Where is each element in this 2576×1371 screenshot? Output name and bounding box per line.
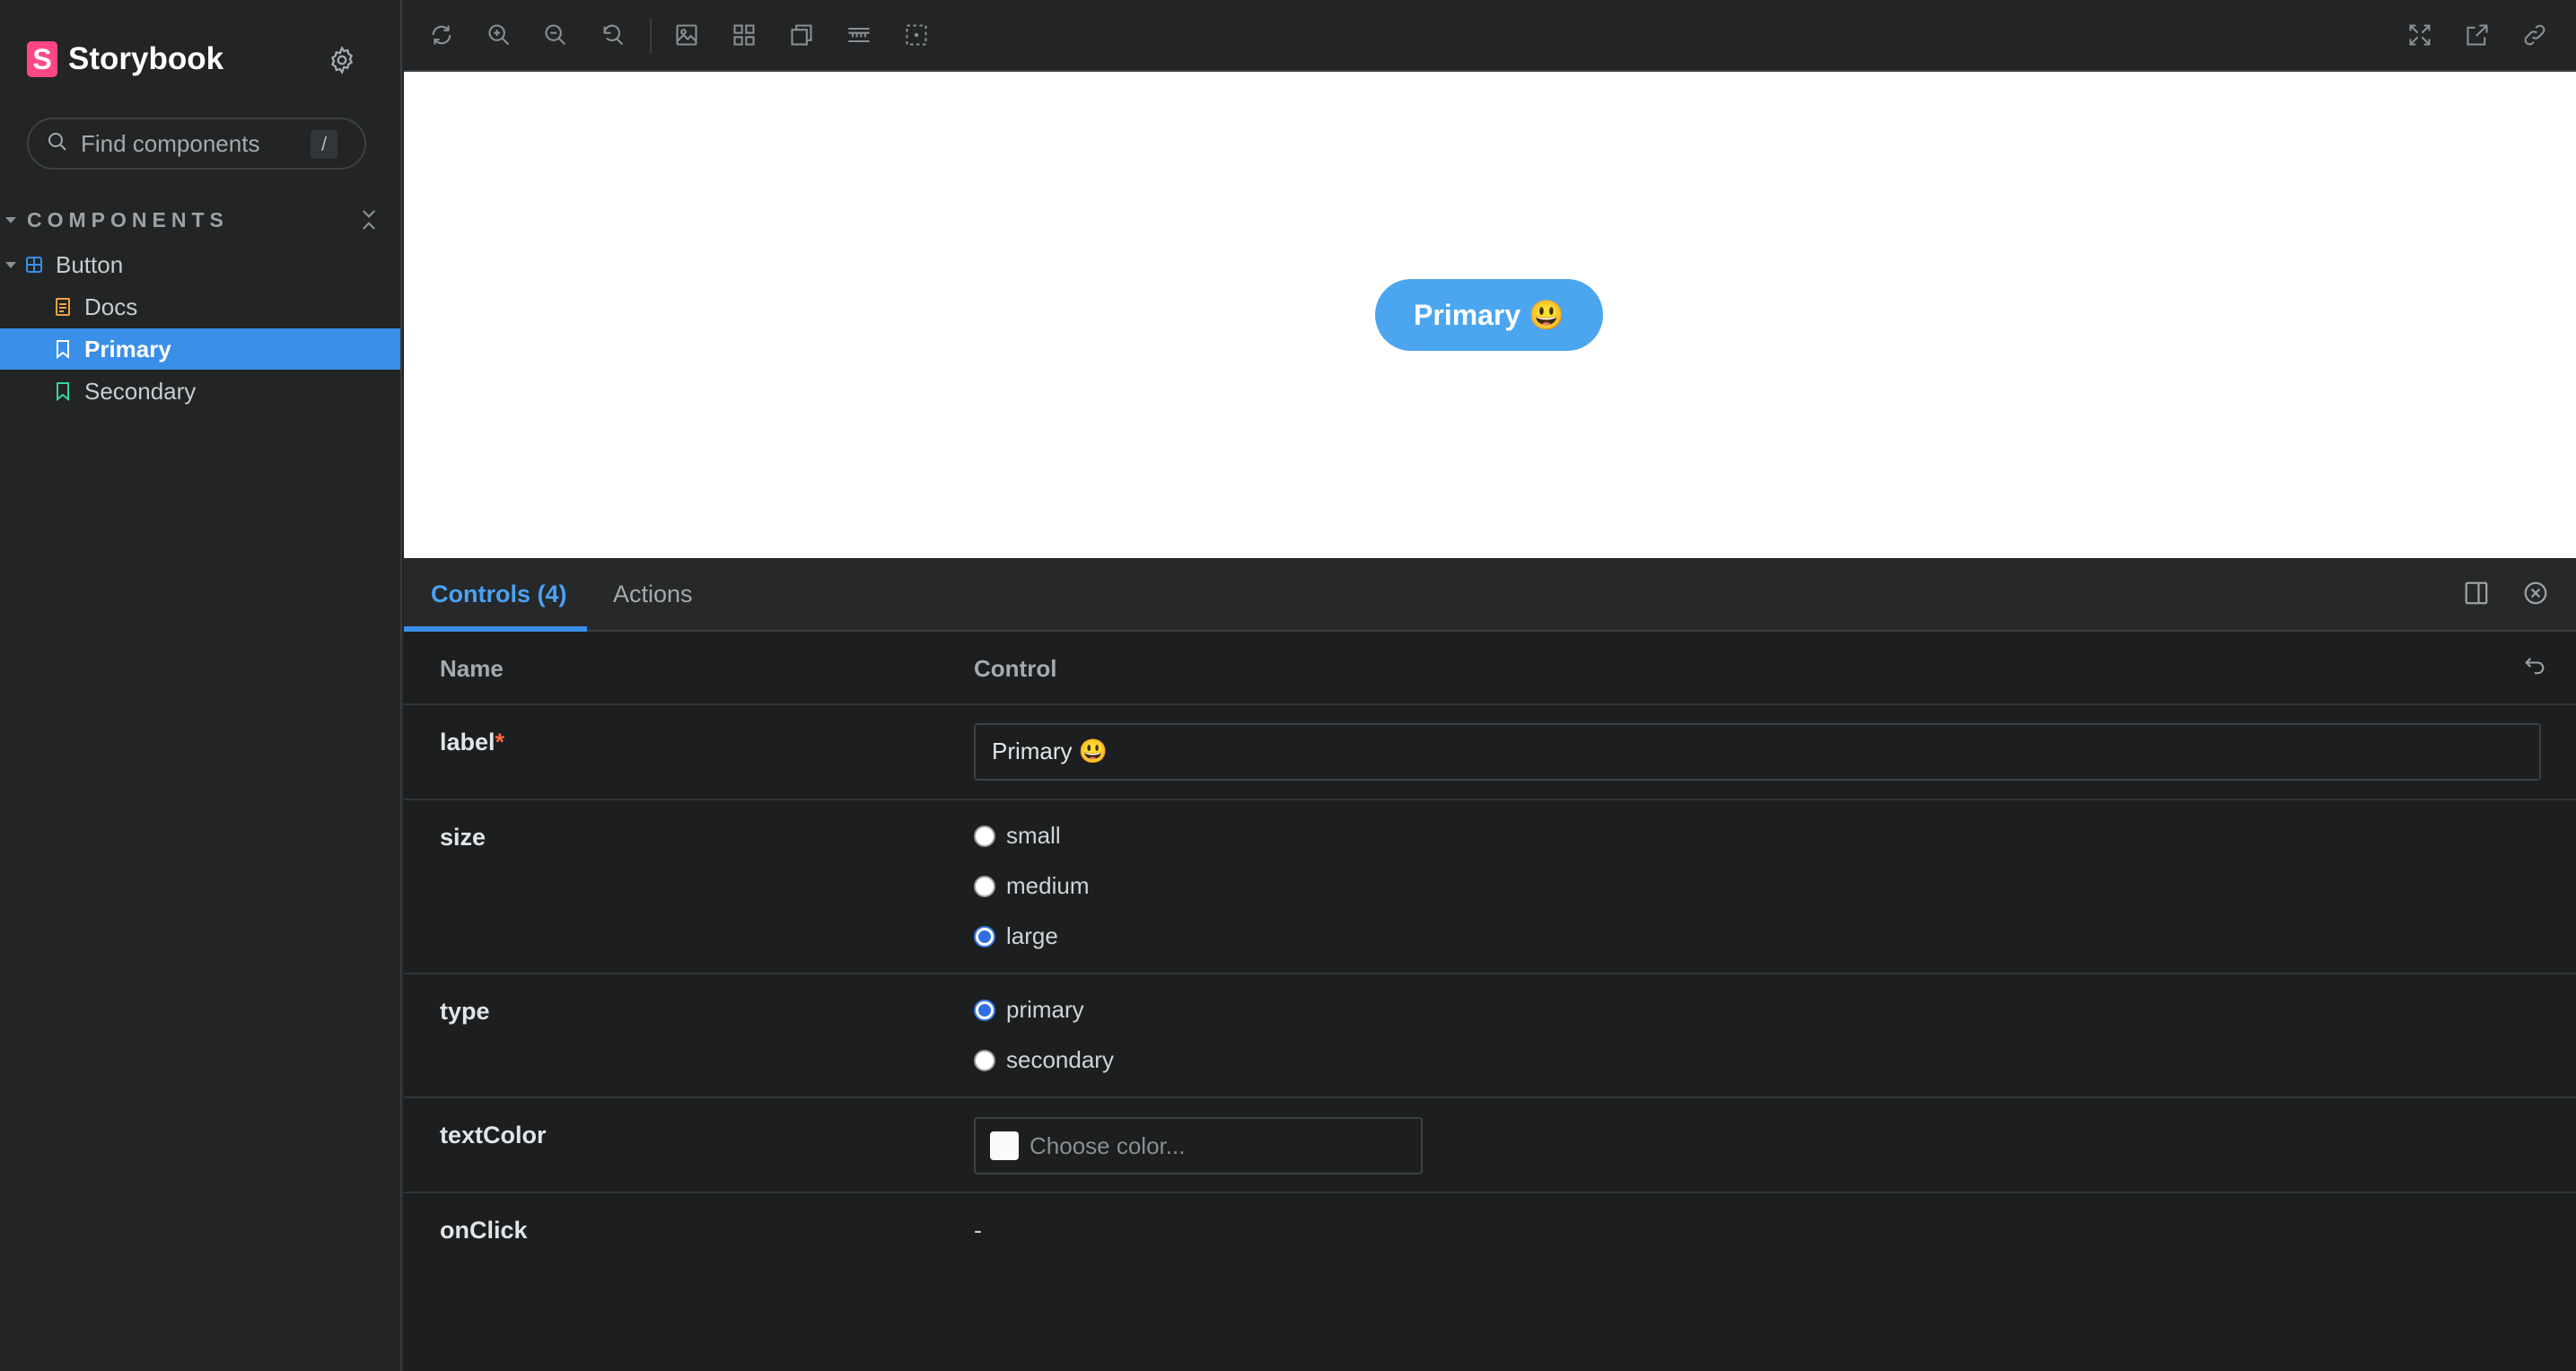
panel-orientation-icon[interactable] xyxy=(2463,580,2493,610)
addon-panel: Controls (4) Actions Name Control label*… xyxy=(404,558,2576,1371)
reload-icon[interactable] xyxy=(425,18,459,52)
zoom-reset-icon[interactable] xyxy=(596,18,630,52)
caret-down-icon xyxy=(5,261,16,268)
radio-button[interactable] xyxy=(974,1049,995,1071)
control-row-size: size small medium large xyxy=(404,800,2576,974)
reset-controls-icon[interactable] xyxy=(2522,653,2553,684)
control-name: size xyxy=(440,824,486,851)
measure-icon[interactable] xyxy=(899,18,933,52)
section-label: COMPONENTS xyxy=(27,207,229,231)
radio-button[interactable] xyxy=(974,825,995,847)
sidebar: S Storybook / COMPONENTS Button Docs xyxy=(0,0,402,1371)
control-name: type xyxy=(440,998,490,1025)
fullscreen-icon[interactable] xyxy=(2403,18,2437,52)
radio-button-selected[interactable] xyxy=(974,925,995,947)
control-value: - xyxy=(974,1217,982,1244)
type-radio-secondary[interactable]: secondary xyxy=(974,1046,1114,1074)
sidebar-item-secondary[interactable]: Secondary xyxy=(0,371,400,412)
sidebar-item-button[interactable]: Button xyxy=(0,244,400,285)
search-shortcut-key: / xyxy=(311,130,337,159)
control-row-type: type primary secondary xyxy=(404,974,2576,1098)
color-picker-input[interactable]: Choose color... xyxy=(974,1117,1423,1175)
radio-label: large xyxy=(1006,922,1058,949)
zoom-in-icon[interactable] xyxy=(482,18,516,52)
close-panel-icon[interactable] xyxy=(2522,580,2553,610)
radio-label: small xyxy=(1006,822,1061,849)
search-input[interactable] xyxy=(79,128,294,159)
sidebar-item-label: Button xyxy=(56,250,124,278)
size-radio-small[interactable]: small xyxy=(974,822,1061,850)
zoom-out-icon[interactable] xyxy=(539,18,573,52)
sidebar-item-label: Secondary xyxy=(84,377,197,405)
bookmark-icon xyxy=(54,381,72,401)
outline-icon[interactable] xyxy=(784,18,819,52)
addon-tabs: Controls (4) Actions xyxy=(404,558,2576,632)
storybook-logo[interactable]: S Storybook xyxy=(27,41,223,77)
size-radio-medium[interactable]: medium xyxy=(974,872,1089,900)
controls-table-header: Name Control xyxy=(404,632,2576,705)
caret-down-icon xyxy=(5,216,16,223)
required-marker: * xyxy=(495,729,505,755)
copy-link-icon[interactable] xyxy=(2518,18,2552,52)
control-name: label* xyxy=(440,729,504,756)
color-placeholder: Choose color... xyxy=(1030,1131,1186,1159)
type-radio-primary[interactable]: primary xyxy=(974,996,1084,1024)
component-icon xyxy=(25,255,43,275)
grid-icon[interactable] xyxy=(727,18,761,52)
label-text-input[interactable]: Primary 😃 xyxy=(974,723,2541,781)
column-header-control: Control xyxy=(974,655,1057,682)
image-icon[interactable] xyxy=(670,18,704,52)
control-row-textcolor: textColor Choose color... xyxy=(404,1098,2576,1193)
ruler-icon[interactable] xyxy=(842,18,876,52)
control-name: onClick xyxy=(440,1217,528,1244)
search-icon xyxy=(47,131,68,157)
sidebar-item-label: Primary xyxy=(84,335,171,362)
radio-button[interactable] xyxy=(974,875,995,897)
color-swatch[interactable] xyxy=(990,1131,1019,1160)
toolbar xyxy=(404,0,2576,72)
story-primary-button[interactable]: Primary 😃 xyxy=(1375,279,1603,351)
search-field[interactable]: / xyxy=(27,118,366,170)
sidebar-item-label: Docs xyxy=(84,293,138,320)
control-name: textColor xyxy=(440,1122,547,1148)
document-icon xyxy=(54,297,72,317)
sidebar-item-primary[interactable]: Primary xyxy=(0,328,400,370)
control-row-label: label* Primary 😃 xyxy=(404,705,2576,800)
radio-label: secondary xyxy=(1006,1046,1114,1073)
story-preview-canvas: Primary 😃 xyxy=(404,72,2576,558)
settings-gear-icon[interactable] xyxy=(327,45,357,75)
bookmark-icon xyxy=(54,339,72,359)
toolbar-divider xyxy=(650,18,652,54)
tab-actions[interactable]: Actions xyxy=(613,581,693,608)
radio-button-selected[interactable] xyxy=(974,999,995,1021)
size-radio-large[interactable]: large xyxy=(974,922,1058,950)
sidebar-item-docs[interactable]: Docs xyxy=(0,286,400,327)
control-row-onclick: onClick - xyxy=(404,1193,2576,1283)
storybook-logo-icon: S xyxy=(27,41,57,77)
components-section-header[interactable]: COMPONENTS xyxy=(5,205,382,235)
tab-controls[interactable]: Controls (4) xyxy=(431,581,567,608)
collapse-all-icon[interactable] xyxy=(355,206,382,233)
radio-label: medium xyxy=(1006,872,1090,899)
radio-label: primary xyxy=(1006,996,1084,1023)
column-header-name: Name xyxy=(440,655,504,682)
control-name-text: label xyxy=(440,729,495,755)
open-new-tab-icon[interactable] xyxy=(2460,18,2494,52)
app-name: Storybook xyxy=(68,41,224,76)
